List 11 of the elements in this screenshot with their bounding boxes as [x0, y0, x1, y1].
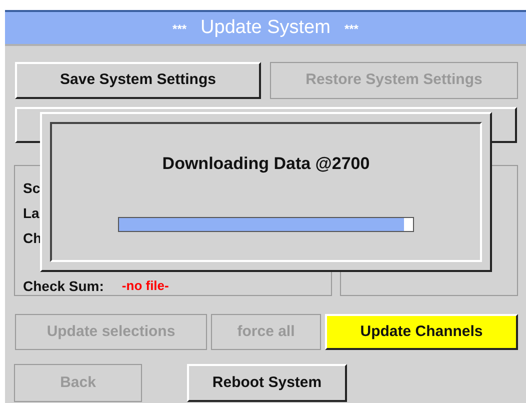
title-marks: ***	[172, 21, 187, 38]
info-label: Check Sum:	[23, 276, 104, 296]
info-label: Sc	[23, 179, 40, 198]
title-marks: ***	[344, 21, 358, 38]
action-button[interactable]: Reboot System	[187, 364, 347, 402]
info-label: La	[23, 204, 40, 223]
action-button[interactable]: Update Channels	[325, 314, 518, 350]
window-title: Update System	[200, 16, 330, 40]
action-button[interactable]: Save System Settings	[15, 62, 261, 99]
info-value: -no file-	[122, 277, 169, 296]
dialog-message: Downloading Data @2700	[162, 153, 370, 175]
